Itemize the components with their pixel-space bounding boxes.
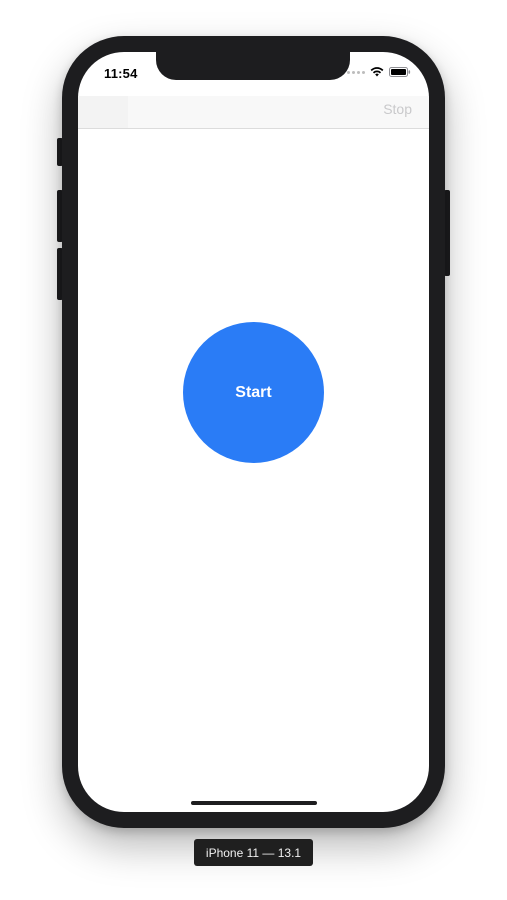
battery-icon bbox=[389, 67, 411, 77]
start-button[interactable]: Start bbox=[183, 322, 324, 463]
navigation-bar: Stop bbox=[78, 96, 429, 129]
status-icons bbox=[347, 67, 411, 77]
simulator-window: 11:54 Stop Start iPhone 11 — 13.1 bbox=[0, 0, 507, 900]
device-screen: 11:54 Stop Start bbox=[78, 52, 429, 812]
home-indicator[interactable] bbox=[191, 801, 317, 805]
stop-button[interactable]: Stop bbox=[383, 101, 412, 117]
notch bbox=[156, 52, 350, 80]
nav-bar-left-area bbox=[78, 96, 128, 128]
device-label: iPhone 11 — 13.1 bbox=[194, 839, 313, 866]
cellular-signal-icon bbox=[347, 70, 365, 74]
wifi-icon bbox=[370, 67, 384, 77]
status-time: 11:54 bbox=[104, 66, 138, 81]
